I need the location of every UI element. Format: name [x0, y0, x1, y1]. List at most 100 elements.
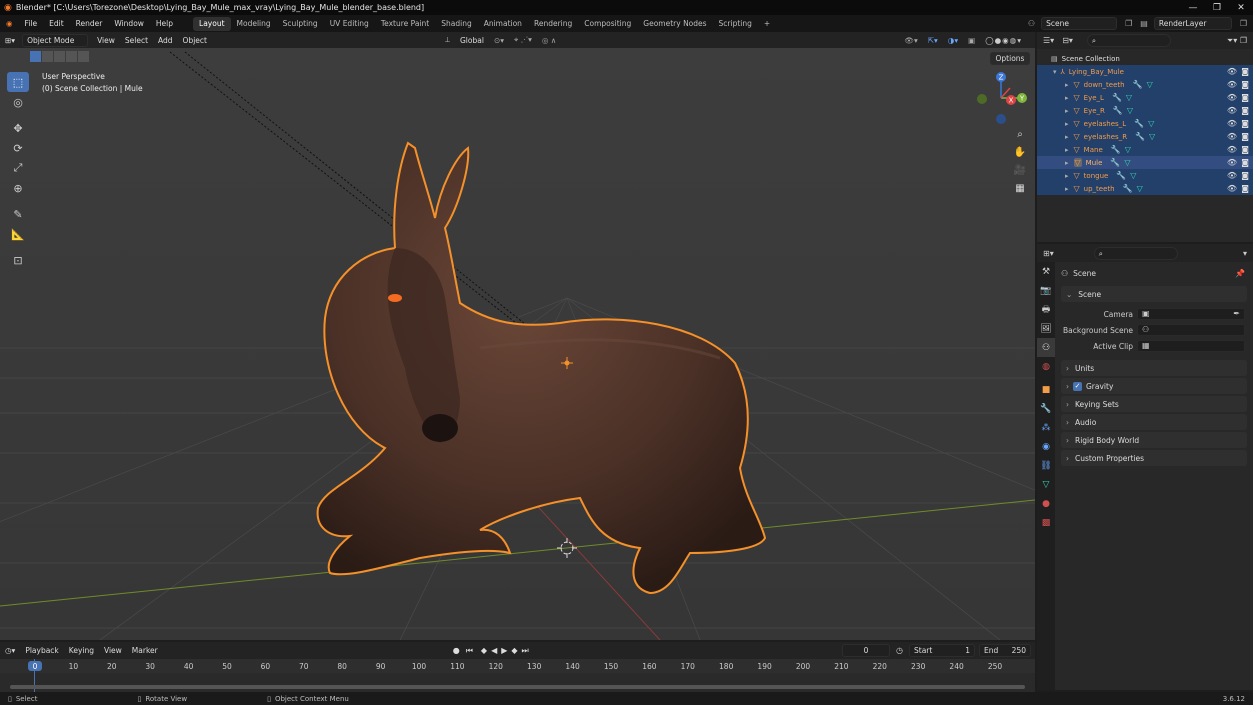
- timeline-menu-marker[interactable]: Marker: [127, 646, 163, 655]
- eyedropper-icon[interactable]: ✒: [1233, 309, 1240, 319]
- visibility-eye-icon[interactable]: 👁: [1227, 80, 1237, 89]
- view-layer-tab-icon[interactable]: 🖼: [1037, 319, 1055, 338]
- timeline-menu-keying[interactable]: Keying: [64, 646, 99, 655]
- rotate-tool-icon[interactable]: ⟳: [7, 138, 29, 158]
- background-scene-field[interactable]: ⚇: [1137, 324, 1245, 336]
- outliner-item-down-teeth[interactable]: ▸ ▽ down_teeth 🔧 ▽ 👁 ◙: [1037, 78, 1253, 91]
- render-camera-icon[interactable]: ◙: [1241, 80, 1249, 89]
- render-camera-icon[interactable]: ◙: [1241, 119, 1249, 128]
- shading-modes-icon[interactable]: ◯●◉◍▾: [980, 36, 1027, 45]
- timeline-scrollbar[interactable]: [10, 685, 1025, 689]
- outliner-editor-type-icon[interactable]: ☰▾: [1043, 36, 1054, 45]
- visibility-eye-icon[interactable]: 👁: [1227, 119, 1237, 128]
- active-clip-field[interactable]: ▦: [1137, 340, 1245, 352]
- maximize-button[interactable]: ❐: [1205, 3, 1229, 13]
- options-dropdown[interactable]: Options: [990, 52, 1030, 65]
- scene-field[interactable]: Scene: [1041, 17, 1118, 30]
- visibility-eye-icon[interactable]: 👁: [1227, 158, 1237, 167]
- view-layer-icon[interactable]: ▤: [1140, 19, 1148, 28]
- overlay-toggle-icon[interactable]: ◑▾: [943, 36, 963, 45]
- menu-edit[interactable]: Edit: [43, 19, 70, 28]
- render-camera-icon[interactable]: ◙: [1241, 184, 1249, 193]
- prev-keyframe-icon[interactable]: ◆: [481, 646, 487, 655]
- tab-compositing[interactable]: Compositing: [578, 17, 637, 31]
- panel-scene[interactable]: ⌄ Scene: [1061, 286, 1247, 302]
- next-keyframe-icon[interactable]: ◆: [511, 646, 517, 655]
- xray-icon[interactable]: ▣: [963, 36, 980, 45]
- 3d-viewport[interactable]: ⬚ ◎ ✥ ⟳ ⤢ ⊕ ✎ 📐 ⊡ User Perspective (0) S…: [0, 48, 1035, 640]
- pin-icon[interactable]: 📌: [1235, 269, 1245, 278]
- visibility-eye-icon[interactable]: 👁: [1227, 93, 1237, 102]
- properties-options-icon[interactable]: ▾: [1243, 249, 1247, 258]
- menu-file[interactable]: File: [19, 19, 44, 28]
- render-camera-icon[interactable]: ◙: [1241, 145, 1249, 154]
- menu-help[interactable]: Help: [150, 19, 179, 28]
- material-tab-icon[interactable]: ●: [1037, 494, 1055, 513]
- properties-search-input[interactable]: ⌕: [1093, 246, 1178, 260]
- tab-sculpting[interactable]: Sculpting: [277, 17, 324, 31]
- pivot-point-icon[interactable]: ⊙▾: [489, 36, 509, 45]
- add-workspace-icon[interactable]: +: [758, 17, 776, 31]
- perspective-grid-icon[interactable]: ▦: [1011, 179, 1029, 197]
- transform-orientation-selector[interactable]: Global: [455, 36, 489, 45]
- measure-tool-icon[interactable]: 📐: [7, 224, 29, 244]
- panel-gravity[interactable]: › ✓ Gravity: [1061, 378, 1247, 394]
- close-button[interactable]: ✕: [1229, 3, 1253, 13]
- render-camera-icon[interactable]: ◙: [1241, 158, 1249, 167]
- select-intersect-icon[interactable]: [78, 51, 89, 62]
- mode-selector[interactable]: Object Mode: [22, 33, 89, 47]
- scale-tool-icon[interactable]: ⤢: [7, 158, 29, 178]
- outliner-item-mane[interactable]: ▸ ▽ Mane 🔧 ▽ 👁 ◙: [1037, 143, 1253, 156]
- new-scene-icon[interactable]: ❐: [1125, 19, 1132, 28]
- modifiers-tab-icon[interactable]: 🔧: [1037, 399, 1055, 418]
- outliner-root-row[interactable]: ▤ Scene Collection: [1037, 52, 1253, 65]
- timeline-editor-type-icon[interactable]: ◷▾: [0, 646, 20, 655]
- view-layer-field[interactable]: RenderLayer: [1153, 17, 1232, 30]
- camera-field[interactable]: ▣ ✒: [1137, 308, 1245, 320]
- tab-rendering[interactable]: Rendering: [528, 17, 578, 31]
- transform-tool-icon[interactable]: ⊕: [7, 178, 29, 198]
- menu-window[interactable]: Window: [108, 19, 150, 28]
- tab-layout[interactable]: Layout: [193, 16, 231, 31]
- texture-tab-icon[interactable]: ▩: [1037, 513, 1055, 532]
- outliner-item-eyelashes-l[interactable]: ▸ ▽ eyelashes_L 🔧 ▽ 👁 ◙: [1037, 117, 1253, 130]
- jump-end-icon[interactable]: ⏭: [522, 646, 529, 656]
- select-extend-icon[interactable]: [42, 51, 53, 62]
- pan-hand-icon[interactable]: ✋: [1011, 143, 1029, 161]
- scene-tab-icon[interactable]: ⚇: [1037, 338, 1055, 357]
- outliner-search-input[interactable]: ⌕: [1086, 34, 1171, 47]
- select-box-tool-icon[interactable]: ⬚: [7, 72, 29, 92]
- render-camera-icon[interactable]: ◙: [1241, 132, 1249, 141]
- visibility-eye-icon[interactable]: 👁: [1227, 145, 1237, 154]
- preview-range-icon[interactable]: ◷: [896, 646, 903, 655]
- gravity-checkbox[interactable]: ✓: [1073, 381, 1082, 391]
- add-cube-tool-icon[interactable]: ⊡: [7, 250, 29, 270]
- outliner-item-eye-l[interactable]: ▸ ▽ Eye_L 🔧 ▽ 👁 ◙: [1037, 91, 1253, 104]
- visibility-eye-icon[interactable]: 👁: [1227, 132, 1237, 141]
- outliner-item-eyelashes-r[interactable]: ▸ ▽ eyelashes_R 🔧 ▽ 👁 ◙: [1037, 130, 1253, 143]
- visibility-eye-icon[interactable]: 👁: [1227, 106, 1237, 115]
- outliner-item-tongue[interactable]: ▸ ▽ tongue 🔧 ▽ 👁 ◙: [1037, 169, 1253, 182]
- tab-scripting[interactable]: Scripting: [713, 17, 758, 31]
- render-camera-icon[interactable]: ◙: [1241, 67, 1249, 76]
- panel-custom-properties[interactable]: › Custom Properties: [1061, 450, 1247, 466]
- panel-units[interactable]: › Units: [1061, 360, 1247, 376]
- visibility-icon[interactable]: 👁▾: [899, 36, 922, 45]
- viewport-menu-add[interactable]: Add: [153, 36, 178, 45]
- end-frame-field[interactable]: End 250: [979, 644, 1031, 657]
- select-subtract-icon[interactable]: [54, 51, 65, 62]
- zoom-icon[interactable]: ⌕: [1011, 125, 1029, 143]
- expand-icon[interactable]: ▾: [1053, 68, 1057, 76]
- outliner-filter-icon[interactable]: ⏷▾ ❐: [1227, 36, 1247, 46]
- viewport-menu-select[interactable]: Select: [120, 36, 153, 45]
- jump-start-icon[interactable]: ⏮: [466, 646, 473, 656]
- object-tab-icon[interactable]: ■: [1037, 380, 1055, 399]
- play-icon[interactable]: ▶: [501, 646, 507, 655]
- outliner-item-eye-r[interactable]: ▸ ▽ Eye_R 🔧 ▽ 👁 ◙: [1037, 104, 1253, 117]
- visibility-eye-icon[interactable]: 👁: [1227, 67, 1237, 76]
- snap-icon[interactable]: ⌖ ⋰▾: [509, 35, 537, 45]
- cursor-tool-icon[interactable]: ◎: [7, 92, 29, 112]
- data-tab-icon[interactable]: ▽: [1037, 475, 1055, 494]
- viewport-menu-object[interactable]: Object: [178, 36, 212, 45]
- viewport-menu-view[interactable]: View: [92, 36, 120, 45]
